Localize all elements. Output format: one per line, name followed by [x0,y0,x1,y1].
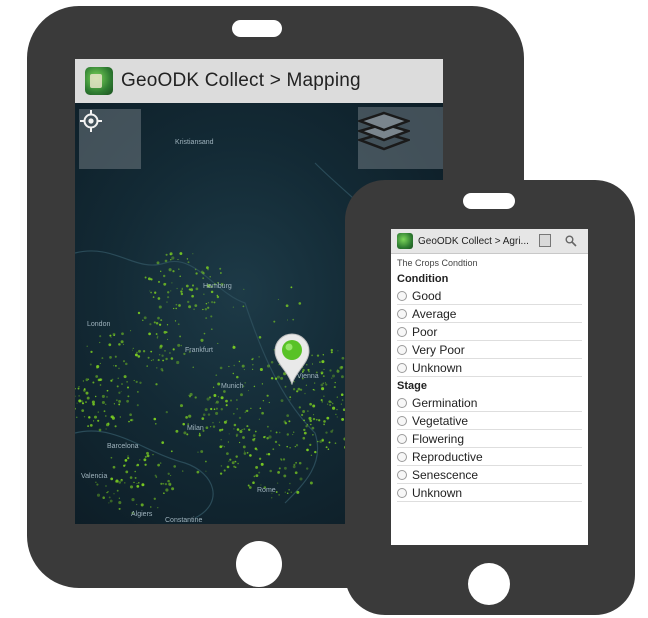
option-label: Flowering [412,431,465,446]
option-label: Average [412,306,457,321]
map-label: Barcelona [107,443,139,450]
map-label: Kristiansand [175,139,214,146]
option-label: Good [412,288,442,303]
map-label: Frankfurt [185,347,214,354]
option-label: Poor [412,324,438,339]
map-label: Hamburg [203,283,232,290]
phone-home-button[interactable] [468,563,510,605]
layers-icon [358,111,410,151]
save-icon[interactable] [539,234,551,247]
radio-button[interactable] [397,397,407,408]
option-label: Germination [412,395,478,410]
tablet-action-bar: GeoODK Collect > Mapping [75,59,443,104]
map-label: London [87,321,111,328]
radio-button[interactable] [397,451,407,462]
condition-heading: Condition [397,273,449,285]
radio-button[interactable] [397,469,407,480]
geoodk-app-icon[interactable] [85,67,113,95]
condition-option-good[interactable]: Good [397,287,582,305]
stage-option-reproductive[interactable]: Reproductive [397,448,582,466]
stage-option-germination[interactable]: Germination [397,394,582,412]
radio-button[interactable] [397,326,407,337]
radio-button[interactable] [397,344,407,355]
stage-option-unknown[interactable]: Unknown [397,484,582,502]
condition-option-average[interactable]: Average [397,305,582,323]
search-icon[interactable] [565,235,577,247]
stage-option-flowering[interactable]: Flowering [397,430,582,448]
radio-button[interactable] [397,308,407,319]
condition-option-poor[interactable]: Poor [397,323,582,341]
stage-heading: Stage [397,380,427,392]
geoodk-app-icon[interactable] [397,233,413,249]
my-location-icon [80,110,102,132]
radio-button[interactable] [397,290,407,301]
radio-button[interactable] [397,362,407,373]
tablet-app-title: GeoODK Collect > Mapping [121,70,361,91]
option-label: Reproductive [412,449,483,464]
phone-action-bar: GeoODK Collect > Agri... [391,229,588,254]
radio-button[interactable] [397,415,407,426]
option-label: Unknown [412,485,463,500]
tablet-home-button[interactable] [236,541,282,587]
phone-device: GeoODK Collect > Agri... The Crops Condt… [345,180,635,615]
option-label: Unknown [412,360,463,375]
radio-button[interactable] [397,433,407,444]
map-pin-icon [274,333,310,385]
tablet-speaker-slot [232,20,282,37]
map-label: Rome [257,487,276,494]
map-label: Valencia [81,473,108,480]
map-label: Constantine [165,517,203,524]
stage-option-vegetative[interactable]: Vegetative [397,412,582,430]
radio-button[interactable] [397,487,407,498]
condition-option-unknown[interactable]: Unknown [397,359,582,377]
option-label: Vegetative [412,413,469,428]
map-label: Munich [221,383,244,390]
map-label: Milan [187,425,204,432]
question-label: The Crops Condtion [397,258,478,268]
phone-screen: GeoODK Collect > Agri... The Crops Condt… [391,229,588,545]
option-label: Very Poor [412,342,465,357]
my-location-button[interactable] [79,109,141,169]
layers-button[interactable] [358,107,443,169]
phone-app-title: GeoODK Collect > Agri... [418,235,529,247]
condition-option-very-poor[interactable]: Very Poor [397,341,582,359]
map-label: Algiers [131,511,153,518]
stage-option-senescence[interactable]: Senescence [397,466,582,484]
phone-speaker-slot [463,193,515,209]
option-label: Senescence [412,467,479,482]
